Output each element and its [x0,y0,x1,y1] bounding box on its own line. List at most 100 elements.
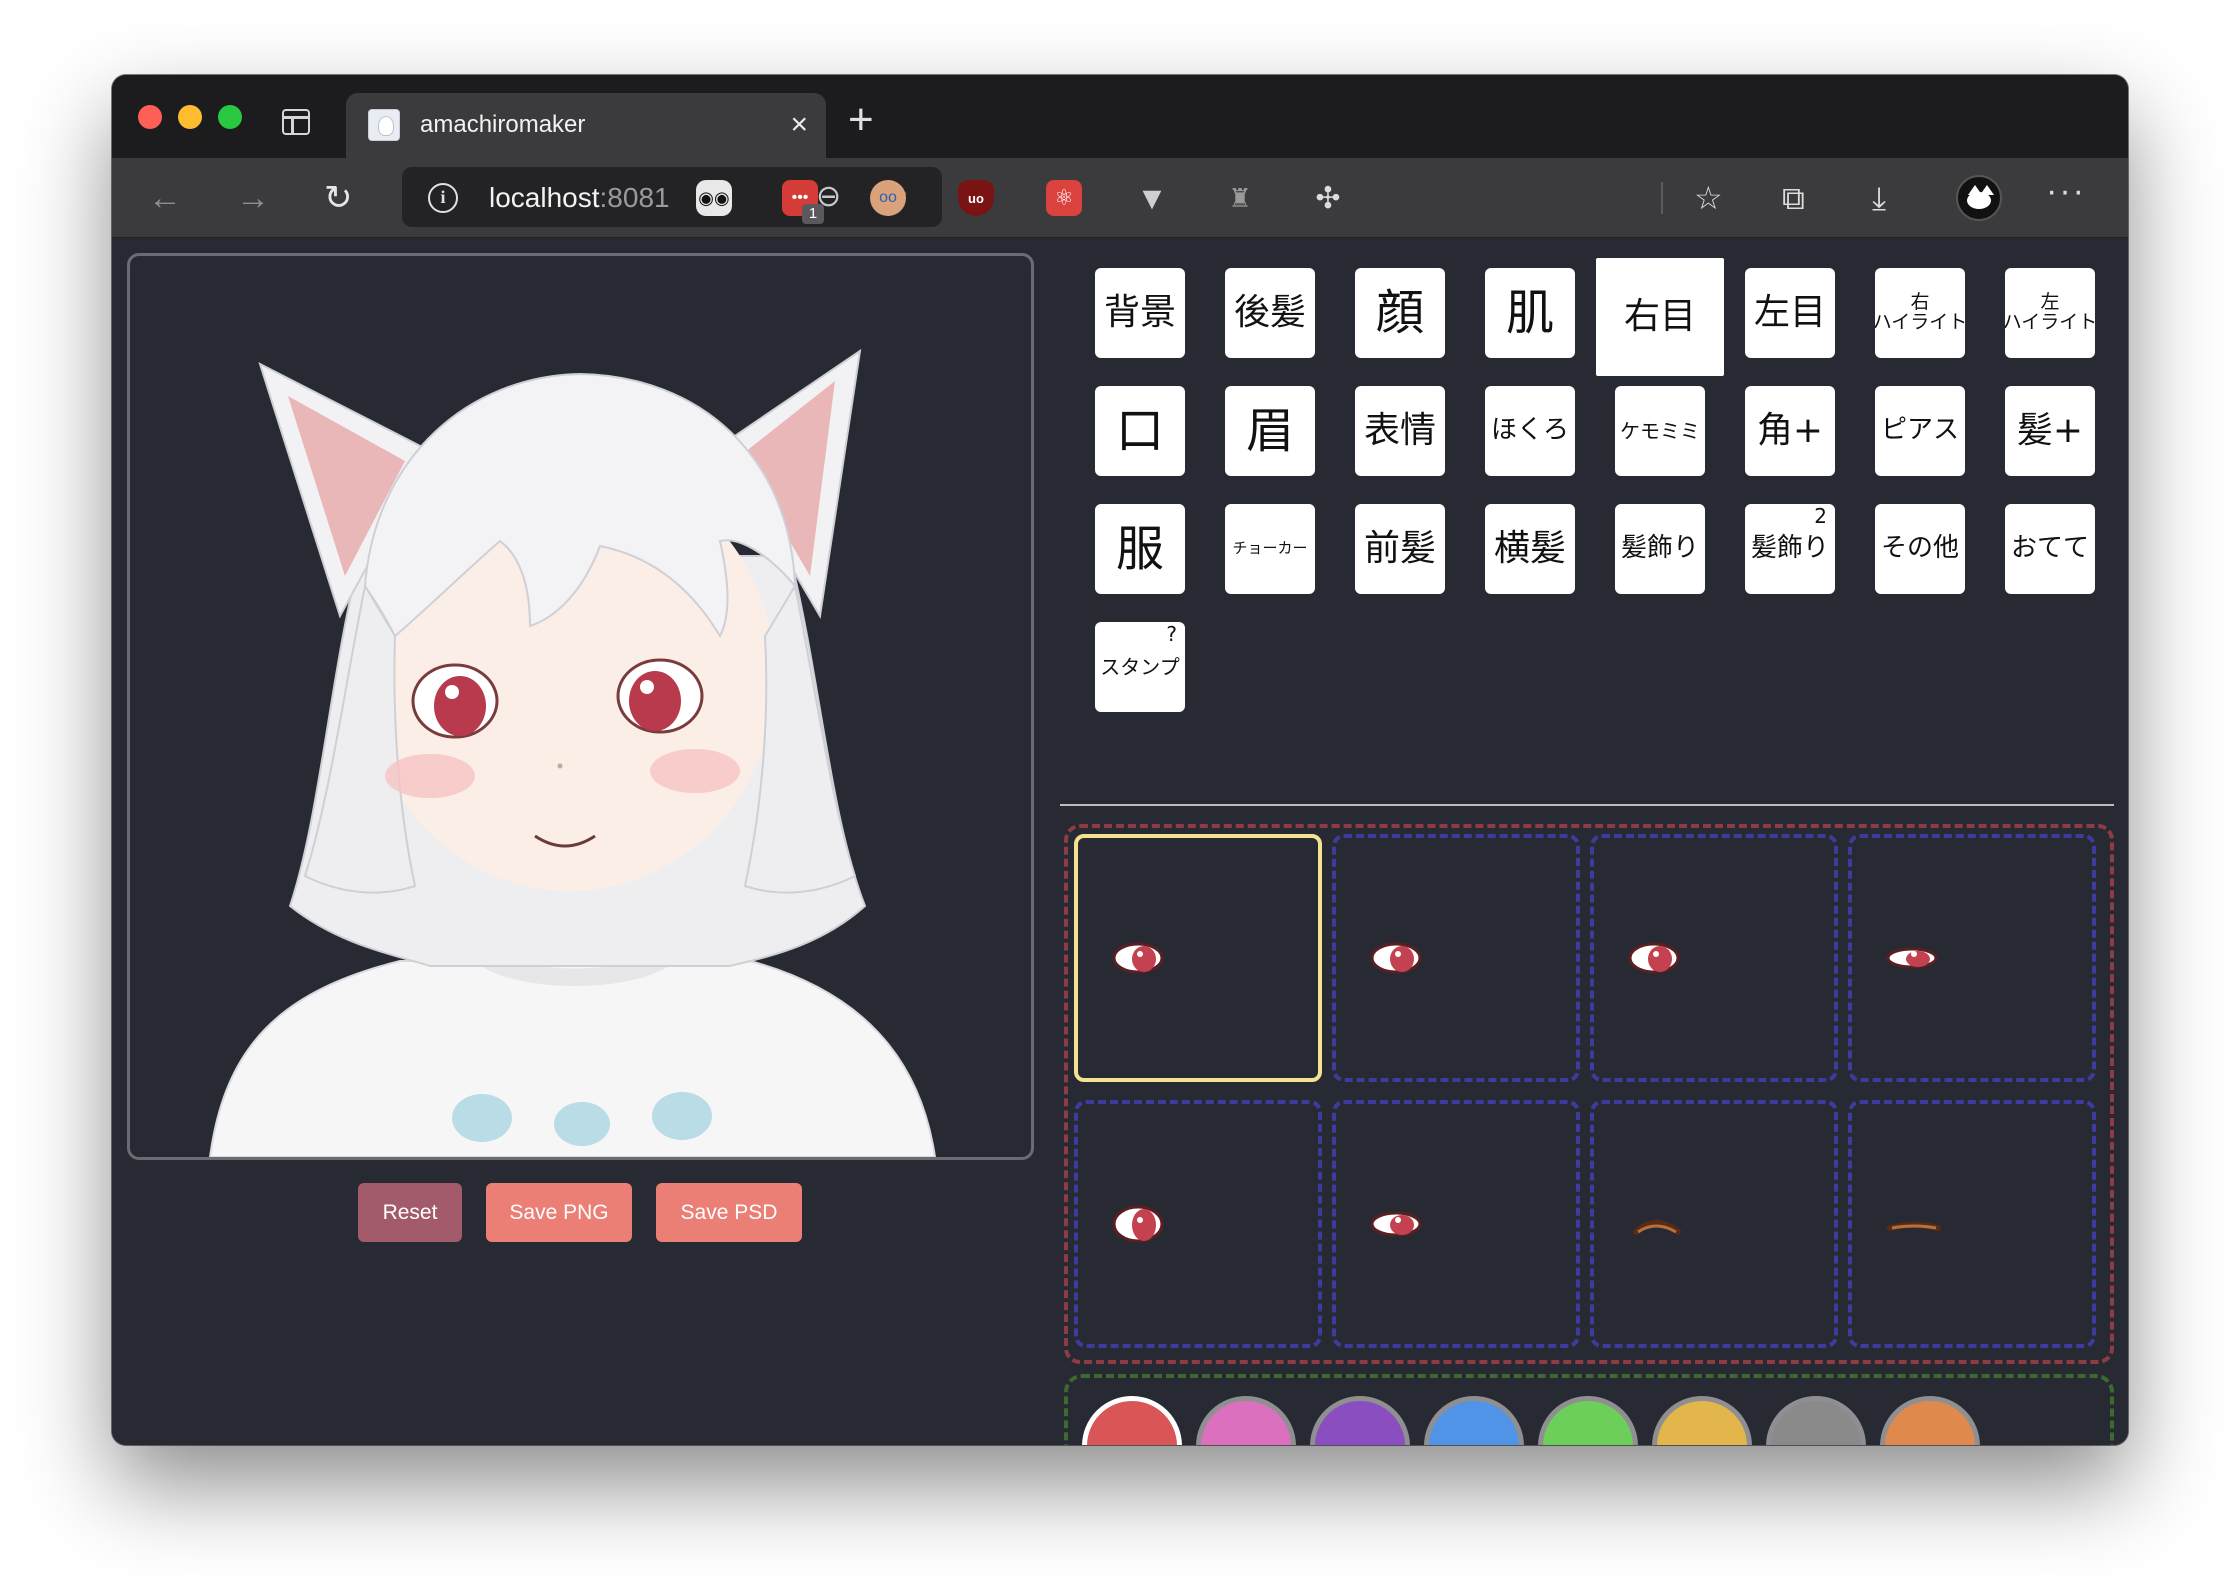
back-arrow-icon[interactable]: ← [148,178,182,218]
category-button[interactable]: おてて [2005,504,2095,594]
url-text: localhost:8081 [489,182,670,214]
url-host: localhost [489,182,600,213]
category-label: チョーカー [1232,539,1308,558]
browser-toolbar: ← → ↻ i localhost:8081 ⊖ ☆ ◉◉ ••• 1 oo u… [112,158,2128,238]
category-label: 口 [1115,402,1164,459]
category-button[interactable]: その他 [1875,504,1965,594]
collections-icon[interactable]: ⧉ [1782,178,1805,218]
category-button[interactable]: 肌 [1485,268,1575,358]
title-bar: amachiromaker × + [112,75,2128,158]
browser-window: amachiromaker × + ← → ↻ i localhost:8081… [112,75,2128,1445]
part-option[interactable] [1848,834,2096,1082]
eye-preview-icon [1370,942,1422,974]
tab-title: amachiromaker [420,111,586,138]
address-bar[interactable]: i localhost:8081 ⊖ ☆ [402,167,942,227]
color-swatch-purple[interactable] [1310,1396,1410,1445]
category-button[interactable]: 前髪 [1355,504,1445,594]
category-label: 髪飾り [1620,533,1699,564]
category-label: おてて [2010,533,2089,564]
toolbar-separator [1661,182,1663,214]
part-option[interactable] [1074,1100,1322,1348]
dots-extension-icon[interactable]: ••• 1 [782,180,824,224]
category-button[interactable]: 右目 [1596,258,1724,376]
category-label: ほくろ [1490,415,1569,446]
react-extension-icon[interactable]: ⚛ [1046,180,1082,216]
category-label: 右 ハイライト [1875,291,1965,333]
category-button[interactable]: スタンプ? [1095,622,1185,712]
new-tab-button[interactable]: + [848,95,874,145]
url-port: :8081 [599,182,670,213]
category-label: 左 ハイライト [2005,291,2095,333]
eyes-extension-icon[interactable]: ◉◉ [696,180,732,216]
sidebar-toggle-icon[interactable] [282,109,310,135]
category-button[interactable]: 左目 [1745,268,1835,358]
category-button[interactable]: 口 [1095,386,1185,476]
reset-button[interactable]: Reset [358,1183,462,1242]
category-button[interactable]: 髪飾り [1615,504,1705,594]
save-png-button[interactable]: Save PNG [486,1183,632,1242]
downloads-icon[interactable]: ⤓ [1872,178,1886,218]
part-option[interactable] [1332,1100,1580,1348]
spy-extension-icon[interactable]: ♜ [1222,180,1258,216]
category-label: 表情 [1363,410,1436,452]
part-option[interactable] [1074,834,1322,1082]
extension-badge: 1 [802,204,824,224]
eye-preview-icon [1112,942,1164,974]
category-label: スタンプ [1100,654,1180,679]
favicon-icon [368,109,400,141]
category-button[interactable]: 表情 [1355,386,1445,476]
color-swatch-blue[interactable] [1424,1396,1524,1445]
category-button[interactable]: 後髪 [1225,268,1315,358]
browser-tab[interactable]: amachiromaker × [346,93,826,158]
color-swatch-yellow[interactable] [1652,1396,1752,1445]
category-button[interactable]: 横髪 [1485,504,1575,594]
category-button[interactable]: 眉 [1225,386,1315,476]
eye-preview-icon [1112,1205,1164,1243]
minimize-window-button[interactable] [178,105,202,129]
category-button[interactable]: ケモミミ [1615,386,1705,476]
part-option[interactable] [1848,1100,2096,1348]
category-button[interactable]: ほくろ [1485,386,1575,476]
maximize-window-button[interactable] [218,105,242,129]
category-label: 髪飾り [1750,533,1829,564]
category-label: 左目 [1753,292,1826,334]
color-palette [1064,1374,2114,1445]
category-button[interactable]: 顔 [1355,268,1445,358]
panel-divider [1060,804,2114,806]
site-info-icon[interactable]: i [428,183,458,213]
color-swatch-orange[interactable] [1880,1396,1980,1445]
extensions-puzzle-icon[interactable]: ✣ [1310,180,1346,216]
part-option[interactable] [1590,1100,1838,1348]
category-label: 顔 [1375,284,1424,341]
ublock-extension-icon[interactable]: uo [958,180,994,216]
category-button[interactable]: 右 ハイライト [1875,268,1965,358]
glasses-extension-icon[interactable]: oo [870,180,906,216]
close-window-button[interactable] [138,105,162,129]
profile-avatar-icon[interactable] [1956,175,2002,221]
tab-close-icon[interactable]: × [790,107,808,143]
category-button[interactable]: 左 ハイライト [2005,268,2095,358]
reload-icon[interactable]: ↻ [324,178,353,218]
category-label: ピアス [1880,415,1959,446]
category-button[interactable]: 髪+ [2005,386,2095,476]
category-button[interactable]: チョーカー [1225,504,1315,594]
color-swatch-pink[interactable] [1196,1396,1296,1445]
color-swatch-gray[interactable] [1766,1396,1866,1445]
color-swatch-red[interactable] [1082,1396,1182,1445]
forward-arrow-icon[interactable]: → [236,178,270,218]
part-option[interactable] [1590,834,1838,1082]
color-swatch-green[interactable] [1538,1396,1638,1445]
category-button[interactable]: 髪飾り 2 [1745,504,1835,594]
category-button[interactable]: 服 [1095,504,1185,594]
favorites-icon[interactable]: ☆ [1694,178,1723,218]
category-button[interactable]: 背景 [1095,268,1185,358]
vue-extension-icon[interactable]: ▼ [1134,180,1170,216]
category-label: 肌 [1505,284,1554,341]
category-button[interactable]: ピアス [1875,386,1965,476]
save-psd-button[interactable]: Save PSD [656,1183,802,1242]
category-label: 背景 [1103,292,1176,334]
character-preview-canvas [127,253,1034,1160]
part-option[interactable] [1332,834,1580,1082]
category-button[interactable]: 角+ [1745,386,1835,476]
more-menu-icon[interactable]: ··· [2046,172,2086,211]
